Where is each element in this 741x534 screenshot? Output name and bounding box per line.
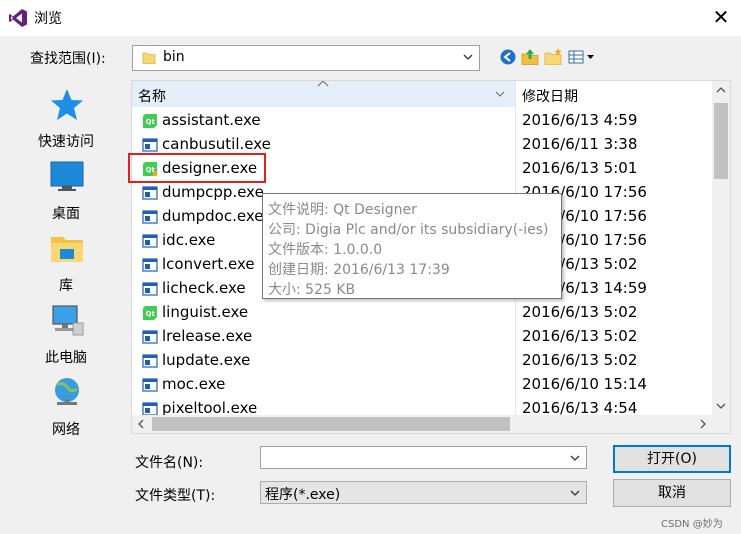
exe-icon (142, 330, 158, 344)
folder-icon (142, 52, 156, 64)
open-button[interactable]: 打开(O) (613, 445, 731, 473)
title-bar: 浏览 ✕ (0, 0, 741, 36)
file-name: lconvert.exe (162, 255, 255, 273)
tooltip-size: 大小: 525 KB (268, 282, 356, 298)
filetype-label: 文件类型(T): (135, 488, 216, 504)
tooltip-company: 公司: Digia Plc and/or its subsidiary(-ies… (268, 222, 549, 238)
vertical-scrollbar[interactable] (712, 81, 730, 415)
place-this-pc[interactable]: 此电脑 (6, 303, 126, 373)
up-folder-icon[interactable] (519, 47, 541, 67)
exe-icon (142, 258, 158, 272)
file-date: 2016/6/13 5:02 (522, 327, 638, 345)
file-name: linguist.exe (162, 303, 249, 321)
svg-text:Qt: Qt (146, 310, 156, 318)
exe-icon (142, 282, 158, 296)
file-name: licheck.exe (162, 279, 246, 297)
column-date-label[interactable]: 修改日期 (522, 86, 578, 106)
tooltip-created: 创建日期: 2016/6/13 17:39 (268, 262, 450, 278)
file-name: dumpdoc.exe (162, 207, 264, 225)
file-row[interactable]: Qt assistant.exe 2016/6/13 4:59 (132, 109, 712, 133)
place-label: 桌面 (52, 206, 80, 222)
svg-text:Qt: Qt (146, 118, 156, 126)
lookin-value: bin (163, 49, 185, 65)
filetype-select[interactable]: 程序(*.exe) (260, 481, 587, 504)
horizontal-scrollbar[interactable] (132, 415, 712, 433)
scrollbar-corner (712, 415, 730, 433)
tooltip-version: 文件版本: 1.0.0.0 (268, 242, 383, 258)
column-header: 名称 修改日期 (132, 81, 712, 433)
file-name: dumpcpp.exe (162, 183, 264, 201)
annotation-highlight-box (128, 153, 266, 183)
place-label: 网络 (52, 422, 80, 438)
horizontal-scroll-thumb[interactable] (152, 417, 510, 431)
close-button[interactable]: ✕ (704, 2, 738, 32)
filename-input[interactable] (260, 446, 587, 469)
computer-icon (52, 305, 84, 336)
exe-icon (142, 186, 158, 200)
file-row[interactable]: moc.exe 2016/6/10 15:14 (132, 373, 712, 397)
file-name: canbusutil.exe (162, 135, 271, 153)
vertical-scroll-thumb[interactable] (714, 103, 728, 179)
place-network[interactable]: 网络 (6, 375, 126, 445)
network-icon (55, 378, 79, 405)
chevron-down-icon (463, 54, 473, 60)
file-date: 2016/6/13 5:02 (522, 303, 638, 321)
view-menu-icon[interactable] (566, 47, 596, 67)
file-name: lrelease.exe (162, 327, 253, 345)
scroll-right-icon[interactable] (694, 415, 712, 433)
qt-icon: Qt (143, 306, 157, 320)
place-quick-access[interactable]: 快速访问 (6, 87, 126, 157)
scroll-left-icon[interactable] (132, 415, 150, 433)
column-filter-chevron-icon[interactable] (494, 89, 506, 99)
file-row[interactable]: Qt linguist.exe 2016/6/13 5:02 (132, 301, 712, 325)
file-row[interactable]: lupdate.exe 2016/6/13 5:02 (132, 349, 712, 373)
sort-ascending-icon (317, 81, 329, 87)
place-label: 此电脑 (45, 350, 87, 366)
file-row[interactable]: lrelease.exe 2016/6/13 5:02 (132, 325, 712, 349)
scroll-down-icon[interactable] (712, 397, 730, 415)
exe-icon (142, 234, 158, 248)
file-name: assistant.exe (162, 111, 261, 129)
scroll-up-icon[interactable] (712, 81, 730, 99)
filename-label: 文件名(N): (135, 455, 204, 471)
chevron-down-icon[interactable] (568, 451, 582, 465)
place-label: 快速访问 (38, 134, 94, 150)
new-folder-icon[interactable] (542, 47, 564, 67)
file-date: 2016/6/13 4:59 (522, 111, 638, 129)
qt-icon: Qt (143, 114, 157, 128)
file-name: lupdate.exe (162, 351, 251, 369)
exe-icon (142, 354, 158, 368)
back-icon[interactable] (497, 47, 519, 67)
file-date: 2016/6/10 15:14 (522, 375, 647, 393)
column-name-label: 名称 (138, 89, 166, 105)
lookin-label: 查找范围(I): (30, 51, 106, 67)
file-name: moc.exe (162, 375, 226, 393)
places-bar: 快速访问 桌面 库 此电脑 网络 (6, 79, 126, 524)
visual-studio-icon (9, 9, 27, 27)
filetype-value: 程序(*.exe) (265, 487, 341, 503)
library-icon (51, 237, 83, 262)
watermark: CSDN @妙为 (661, 519, 723, 530)
desktop-icon (50, 161, 84, 191)
exe-icon (142, 210, 158, 224)
chevron-down-icon (570, 490, 580, 496)
window-title: 浏览 (34, 11, 62, 27)
place-library[interactable]: 库 (6, 231, 126, 301)
star-icon (51, 89, 83, 120)
lookin-combo[interactable]: bin (132, 45, 480, 71)
place-label: 库 (59, 278, 73, 294)
file-name: idc.exe (162, 231, 216, 249)
file-date: 2016/6/13 5:02 (522, 351, 638, 369)
cancel-button[interactable]: 取消 (613, 479, 731, 507)
exe-icon (142, 138, 158, 152)
tooltip-description: 文件说明: Qt Designer (268, 202, 417, 218)
file-date: 2016/6/13 5:01 (522, 159, 638, 177)
file-date: 2016/6/11 3:38 (522, 135, 638, 153)
exe-icon (142, 378, 158, 392)
place-desktop[interactable]: 桌面 (6, 159, 126, 229)
file-info-tooltip: 文件说明: Qt Designer 公司: Digia Plc and/or i… (262, 193, 562, 299)
